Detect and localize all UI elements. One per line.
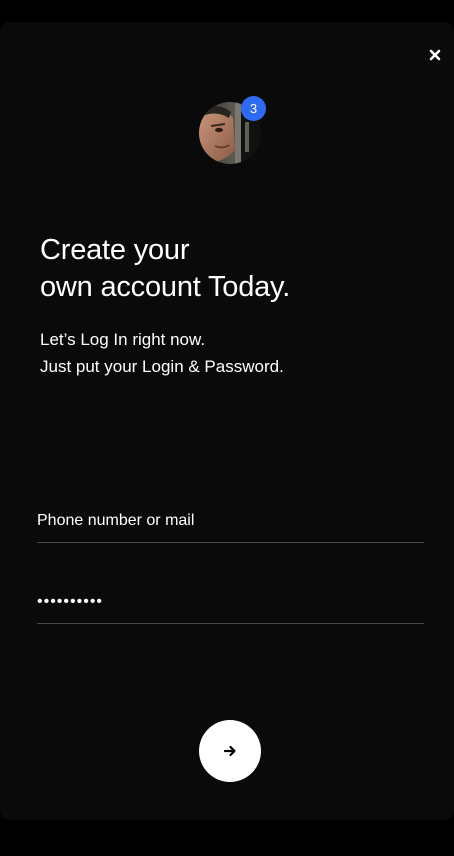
page-title-line-2: own account Today. — [40, 271, 291, 303]
submit-button[interactable] — [199, 720, 261, 782]
profile-avatar[interactable]: 3 — [199, 96, 266, 166]
login-screen: 3 Create your own account Today. Let’s L… — [0, 22, 454, 820]
close-button[interactable] — [426, 46, 444, 64]
page-title: Create your own account Today. — [40, 232, 290, 306]
phone-field — [37, 500, 424, 543]
page-subtitle-line-1: Let’s Log In right now. — [40, 330, 206, 349]
password-input[interactable] — [37, 581, 424, 623]
page-subtitle-line-2: Just put your Login & Password. — [40, 357, 284, 376]
page-title-line-1: Create your — [40, 234, 190, 266]
close-icon — [429, 49, 441, 61]
page-subtitle: Let’s Log In right now. Just put your Lo… — [40, 326, 284, 380]
phone-or-mail-input[interactable] — [37, 500, 424, 542]
arrow-right-icon — [223, 745, 236, 757]
password-field — [37, 581, 424, 624]
notification-badge: 3 — [241, 96, 266, 121]
